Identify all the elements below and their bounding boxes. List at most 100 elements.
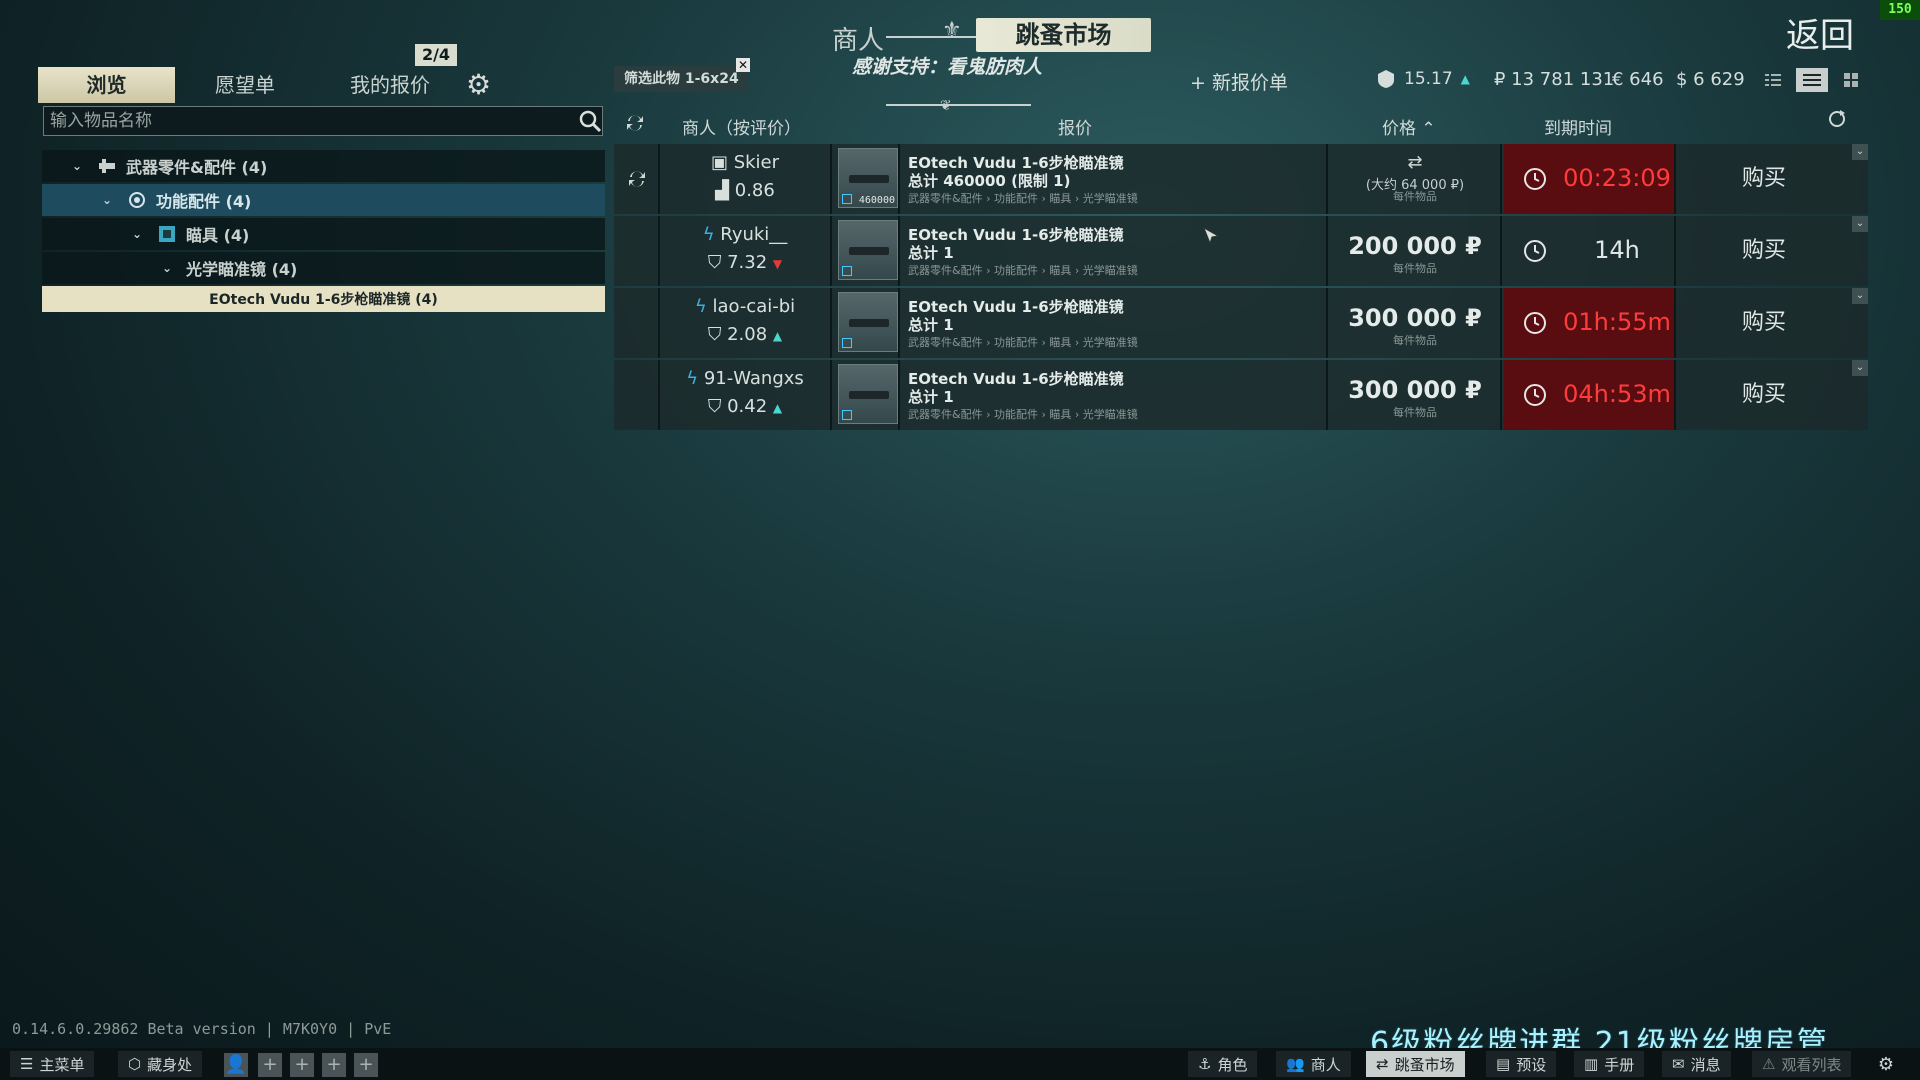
tree-item-weapon-parts[interactable]: ⌄ 武器零件&配件 (4) <box>42 150 605 182</box>
search-box[interactable] <box>43 106 603 136</box>
rating-shield-icon: ⛉ <box>707 396 722 417</box>
presets-button[interactable]: ▤ 预设 <box>1486 1051 1557 1077</box>
seller-name[interactable]: ▣ Skier <box>660 152 830 173</box>
chevron-down-icon[interactable]: ⌄ <box>132 227 146 241</box>
seller-name[interactable]: ϟ lao-cai-bi <box>660 296 830 317</box>
price-cell: ⇄ (大约 64 000 ₽) 每件物品 <box>1330 144 1502 214</box>
gear-icon[interactable]: ⚙ <box>466 68 491 101</box>
mouse-cursor-icon <box>1203 226 1220 245</box>
header-thanks-text: 感谢支持：看鬼肪肉人 <box>852 56 1043 78</box>
flea-market-button[interactable]: ⇄ 跳蚤市场 <box>1366 1051 1465 1077</box>
buy-cell: 购买 ⌄ <box>1678 216 1868 286</box>
buy-cell: 购买 ⌄ <box>1678 144 1868 214</box>
chevron-down-icon[interactable]: ⌄ <box>1852 216 1868 232</box>
item-thumbnail[interactable] <box>834 288 900 358</box>
tab-wishlist[interactable]: 愿望单 <box>190 67 300 103</box>
item-total: 总计 1 <box>908 244 954 262</box>
add-offer-button[interactable]: + 新报价单 <box>1190 68 1288 95</box>
seller-name[interactable]: ϟ Ryuki__ <box>660 224 830 245</box>
buy-button[interactable]: 购买 <box>1678 144 1850 214</box>
chevron-down-icon[interactable]: ⌄ <box>72 159 86 173</box>
tree-item-optical-scopes[interactable]: ⌄ 光学瞄准镜 (4) <box>42 252 605 284</box>
item-path: 武器零件&配件 › 功能配件 › 瞄具 › 光学瞄准镜 <box>908 264 1138 277</box>
item-thumbnail[interactable]: 460000 <box>834 144 900 214</box>
tree-item-sights[interactable]: ⌄ 瞄具 (4) <box>42 218 605 250</box>
price-cell: 200 000 ₽ 每件物品 <box>1330 216 1502 286</box>
plus-icon[interactable]: + <box>290 1053 314 1077</box>
offer-row[interactable]: ϟ lao-cai-bi ⛉ 2.08 ▲ EOtech Vudu 1-6步枪瞄… <box>614 288 1868 358</box>
traders-button[interactable]: 👥 商人 <box>1276 1051 1351 1077</box>
seller-cell[interactable]: ϟ 91-Wangxs ⛉ 0.42 ▲ <box>660 360 832 430</box>
messages-button[interactable]: ✉ 消息 <box>1662 1051 1731 1077</box>
item-thumbnail[interactable] <box>834 360 900 430</box>
tree-item-label: 瞄具 (4) <box>186 226 250 245</box>
tree-item-eotech-vudu[interactable]: EOtech Vudu 1-6步枪瞄准镜 (4) <box>42 286 605 312</box>
expiry-cell: 04h:53m <box>1504 360 1676 430</box>
seller-cell[interactable]: ϟ lao-cai-bi ⛉ 2.08 ▲ <box>660 288 832 358</box>
barter-filter-icon[interactable] <box>624 112 646 134</box>
handbook-button[interactable]: ▥ 手册 <box>1574 1051 1645 1077</box>
character-icon: ⚓ <box>1198 1055 1212 1073</box>
tab-my-offers[interactable]: 我的报价 <box>330 67 450 103</box>
offer-row[interactable]: ϟ Ryuki__ ⛉ 7.32 ▼ EOtech Vudu 1-6步枪瞄准镜 … <box>614 216 1868 286</box>
column-price[interactable]: 价格 ⌃ <box>1382 114 1436 139</box>
offer-row[interactable]: ϟ 91-Wangxs ⛉ 0.42 ▲ EOtech Vudu 1-6步枪瞄准… <box>614 360 1868 430</box>
dollars-balance: $ 6 629 <box>1676 69 1745 90</box>
column-expires[interactable]: 到期时间 <box>1544 114 1612 139</box>
seller-cell[interactable]: ▣ Skier ▟ 0.86 <box>660 144 832 214</box>
buy-cell: 购买 ⌄ <box>1678 360 1868 430</box>
tree-item-label: 武器零件&配件 (4) <box>126 158 268 177</box>
seller-rating: ⛉ 7.32 ▼ <box>707 252 783 273</box>
search-icon[interactable] <box>577 108 603 134</box>
profile-icon[interactable]: 👤 <box>224 1053 248 1077</box>
clock-icon <box>1524 168 1546 190</box>
view-list-icon[interactable] <box>1796 68 1828 92</box>
plus-icon[interactable]: + <box>258 1053 282 1077</box>
chevron-down-icon[interactable]: ⌄ <box>102 193 116 207</box>
chevron-down-icon[interactable]: ⌄ <box>1852 144 1868 160</box>
rating-up-icon: ▲ <box>1460 72 1470 86</box>
buy-button[interactable]: 购买 <box>1678 360 1850 430</box>
item-thumbnail[interactable] <box>834 216 900 286</box>
expiry-cell: 14h <box>1504 216 1676 286</box>
tree-item-label: 光学瞄准镜 (4) <box>186 260 298 279</box>
settings-gear-icon[interactable]: ⚙ <box>1874 1053 1898 1077</box>
expiry-time: 14h <box>1594 236 1640 264</box>
plus-icon[interactable]: + <box>322 1053 346 1077</box>
offer-row[interactable]: ▣ Skier ▟ 0.86 460000 EOtech Vudu 1-6步枪瞄… <box>614 144 1868 214</box>
price-value: 200 000 ₽ <box>1348 232 1482 260</box>
header-flea-market-tab[interactable]: 跳蚤市场 <box>976 18 1151 52</box>
price-cell: 300 000 ₽ 每件物品 <box>1330 288 1502 358</box>
price-value: 300 000 ₽ <box>1348 376 1482 404</box>
player-rating-value: 15.17 <box>1404 69 1453 89</box>
column-seller[interactable]: 商人（按评价） <box>682 114 801 139</box>
tab-browse[interactable]: 浏览 <box>38 67 175 103</box>
view-compact-icon[interactable] <box>1760 68 1786 92</box>
chevron-down-icon[interactable]: ⌄ <box>1852 288 1868 304</box>
filter-chip[interactable]: 筛选此物 1-6x24 <box>614 66 748 92</box>
seller-rating: ⛉ 0.42 ▲ <box>707 396 783 417</box>
seller-cell[interactable]: ϟ Ryuki__ ⛉ 7.32 ▼ <box>660 216 832 286</box>
hideout-button[interactable]: ⬡ 藏身处 <box>118 1051 203 1077</box>
watchlist-button[interactable]: ⚠ 观看列表 <box>1752 1051 1852 1077</box>
view-grid-icon[interactable] <box>1838 68 1864 92</box>
search-input[interactable] <box>44 107 602 135</box>
lightning-icon: ϟ <box>702 224 715 245</box>
tree-item-functional-mods[interactable]: ⌄ 功能配件 (4) <box>42 184 605 216</box>
chevron-down-icon[interactable]: ⌄ <box>162 261 176 275</box>
barter-cell <box>614 144 660 214</box>
character-button[interactable]: ⚓ 角色 <box>1188 1051 1258 1077</box>
close-icon[interactable]: ✕ <box>736 58 750 72</box>
plus-icon[interactable]: + <box>354 1053 378 1077</box>
rating-trend-icon: ▼ <box>772 257 783 271</box>
column-offer[interactable]: 报价 <box>1058 114 1092 139</box>
seller-name[interactable]: ϟ 91-Wangxs <box>660 368 830 389</box>
back-button[interactable]: 返回 <box>1786 8 1854 57</box>
main-menu-button[interactable]: ☰ 主菜单 <box>10 1051 95 1077</box>
rubles-balance: ₽ 13 781 131 <box>1494 69 1615 90</box>
chevron-down-icon[interactable]: ⌄ <box>1852 360 1868 376</box>
buy-button[interactable]: 购买 <box>1678 216 1850 286</box>
price-cell: 300 000 ₽ 每件物品 <box>1330 360 1502 430</box>
refresh-icon[interactable] <box>1826 108 1848 130</box>
buy-button[interactable]: 购买 <box>1678 288 1850 358</box>
